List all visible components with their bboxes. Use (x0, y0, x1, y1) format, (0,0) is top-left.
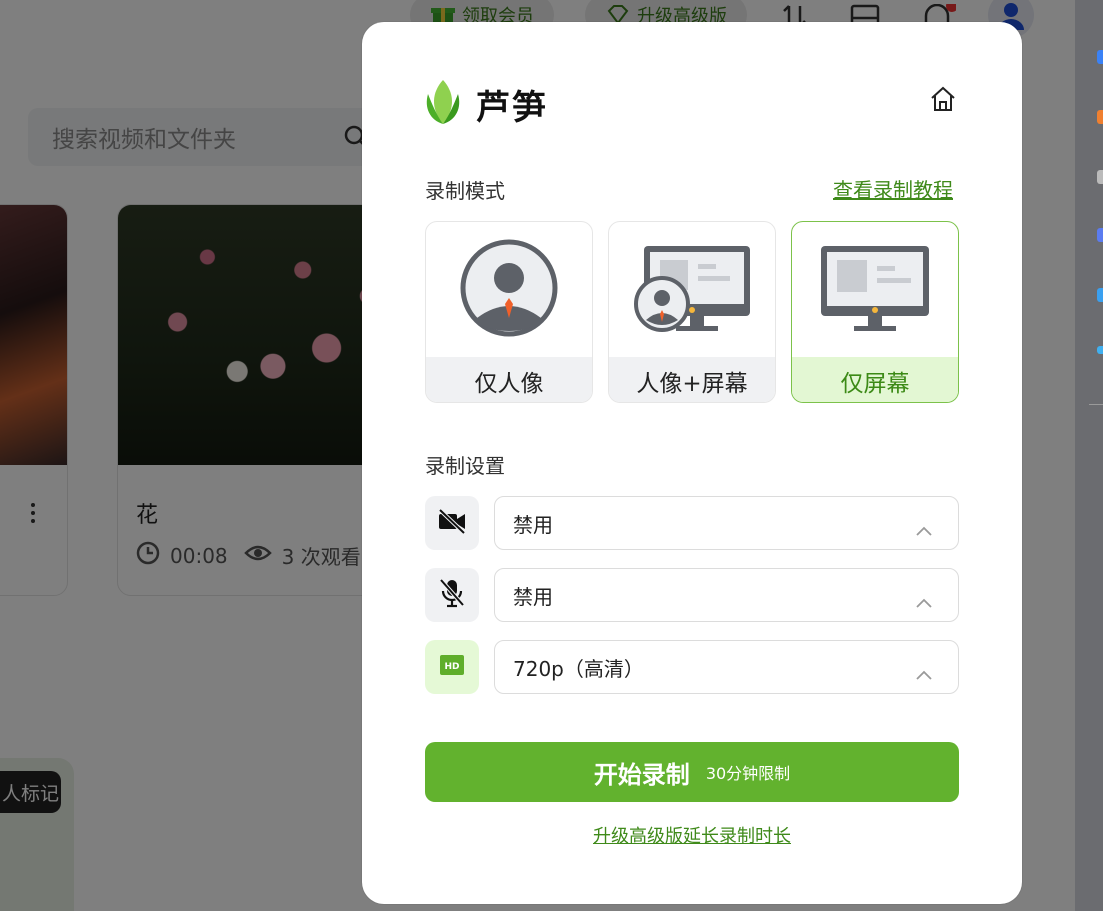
record-mode-label: 录制模式 (425, 179, 505, 203)
side-toolbar (1075, 0, 1103, 911)
tutorial-link[interactable]: 查看录制教程 (833, 174, 953, 203)
app-icon[interactable] (1097, 288, 1103, 302)
record-settings-label: 录制设置 (425, 454, 505, 478)
recording-dialog: 芦笋 录制模式 查看录制教程 仅人像 人像+屏幕 仅屏幕 录制设置 禁用 禁用 … (362, 22, 1022, 904)
resolution-toggle[interactable]: HD (425, 640, 479, 694)
chevron-up-icon (916, 517, 932, 541)
app-icon[interactable] (1097, 50, 1103, 64)
app-icon[interactable] (1097, 170, 1103, 184)
microphone-toggle[interactable] (425, 568, 479, 622)
chevron-up-icon (916, 589, 932, 613)
brand-logo: 芦笋 (424, 78, 548, 130)
home-icon (928, 86, 958, 118)
mode-screen-only[interactable]: 仅屏幕 (791, 221, 959, 403)
start-recording-button[interactable]: 开始录制 30分钟限制 (425, 742, 959, 802)
person-screen-icon (632, 238, 752, 342)
app-icon[interactable] (1097, 346, 1103, 354)
time-limit-label: 30分钟限制 (705, 764, 791, 783)
leaf-logo-icon (424, 78, 462, 130)
microphone-select[interactable]: 禁用 (494, 568, 959, 622)
camera-setting: 禁用 (425, 496, 959, 550)
mode-label: 仅人像 (426, 357, 592, 402)
mode-label: 人像+屏幕 (609, 357, 775, 402)
svg-text:HD: HD (444, 662, 459, 672)
person-icon (459, 238, 559, 342)
hd-icon: HD (440, 655, 464, 679)
home-button[interactable] (928, 84, 958, 114)
divider (1089, 404, 1103, 405)
camera-select[interactable]: 禁用 (494, 496, 959, 550)
mode-person-screen[interactable]: 人像+屏幕 (608, 221, 776, 403)
chevron-up-icon (916, 661, 932, 685)
mode-label: 仅屏幕 (792, 357, 958, 402)
resolution-select[interactable]: 720p（高清） (494, 640, 959, 694)
resolution-setting: HD 720p（高清） (425, 640, 959, 694)
upgrade-link[interactable]: 升级高级版延长录制时长 (362, 822, 1022, 848)
camera-toggle[interactable] (425, 496, 479, 550)
brand-name: 芦笋 (476, 87, 548, 128)
screen-icon (819, 238, 931, 342)
app-icon[interactable] (1097, 228, 1103, 242)
mode-person-only[interactable]: 仅人像 (425, 221, 593, 403)
microphone-setting: 禁用 (425, 568, 959, 622)
camera-off-icon (437, 508, 467, 538)
mic-off-icon (438, 578, 466, 612)
app-icon[interactable] (1097, 110, 1103, 124)
